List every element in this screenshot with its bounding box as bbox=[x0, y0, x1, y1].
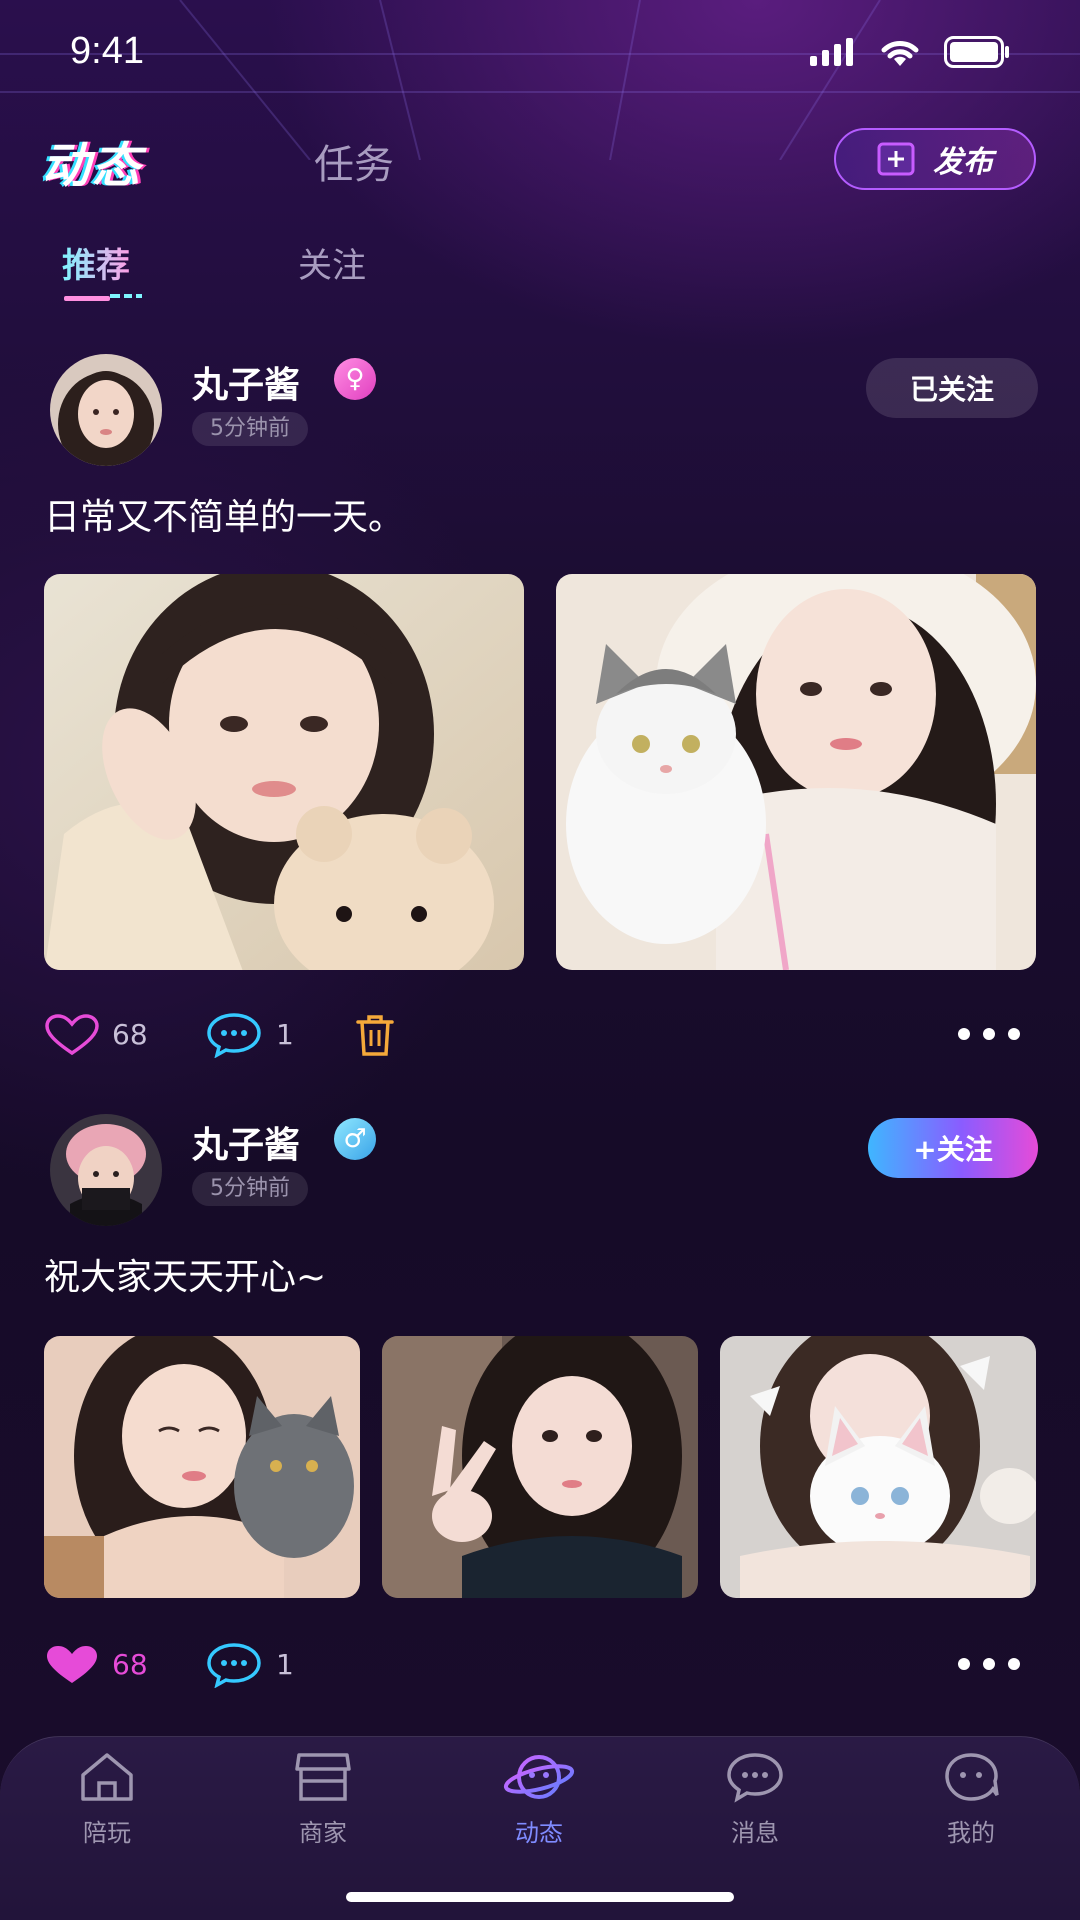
comment-count: 1 bbox=[276, 1018, 294, 1051]
heart-filled-icon[interactable] bbox=[44, 1644, 100, 1686]
post-actions: 68 1 bbox=[0, 1640, 1080, 1690]
status-time: 9:41 bbox=[70, 30, 144, 72]
followed-button[interactable]: 已关注 bbox=[866, 358, 1038, 418]
tab-moments[interactable]: 动态 bbox=[42, 126, 142, 196]
tab-label: 商家 bbox=[299, 1819, 347, 1847]
publish-label: 发布 bbox=[933, 145, 993, 180]
battery-icon bbox=[944, 36, 1009, 68]
post-photo[interactable] bbox=[556, 574, 1036, 970]
trash-icon[interactable] bbox=[352, 1012, 398, 1058]
post-time: 5分钟前 bbox=[192, 412, 308, 446]
post-photo[interactable] bbox=[720, 1336, 1036, 1598]
more-icon[interactable] bbox=[956, 1026, 1022, 1042]
home-icon bbox=[81, 1753, 133, 1801]
wifi-icon bbox=[881, 41, 919, 66]
sub-tabs: 推荐 关注 bbox=[0, 238, 1080, 308]
tab-label: 消息 bbox=[731, 1819, 779, 1847]
tab-moments-nav[interactable]: 动态 bbox=[474, 1751, 604, 1848]
publish-button[interactable]: 发布 bbox=[834, 128, 1036, 190]
tab-merchant[interactable]: 商家 bbox=[258, 1751, 388, 1848]
tab-following[interactable]: 关注 bbox=[298, 238, 366, 287]
planet-icon bbox=[503, 1755, 575, 1799]
signal-icon bbox=[810, 38, 853, 66]
add-square-icon bbox=[877, 142, 915, 176]
like-count: 68 bbox=[112, 1018, 148, 1051]
tab-companion[interactable]: 陪玩 bbox=[42, 1751, 172, 1848]
like-count: 68 bbox=[112, 1648, 148, 1681]
avatar[interactable] bbox=[50, 1114, 162, 1226]
comment-count: 1 bbox=[276, 1648, 294, 1681]
tab-messages[interactable]: 消息 bbox=[690, 1751, 820, 1848]
active-tab-indicator bbox=[64, 294, 142, 301]
tab-tasks[interactable]: 任务 bbox=[314, 132, 394, 190]
tab-profile[interactable]: 我的 bbox=[906, 1751, 1036, 1848]
top-navigation: 动态 任务 发布 bbox=[0, 120, 1080, 200]
status-bar: 9:41 bbox=[0, 0, 1080, 100]
follow-button[interactable]: +关注 bbox=[868, 1118, 1038, 1178]
tab-label: 陪玩 bbox=[83, 1819, 131, 1847]
male-icon: ♂ bbox=[334, 1118, 376, 1160]
tab-label: 动态 bbox=[515, 1819, 563, 1847]
home-indicator bbox=[346, 1892, 734, 1902]
more-icon[interactable] bbox=[956, 1656, 1022, 1672]
avatar[interactable] bbox=[50, 354, 162, 466]
store-icon bbox=[295, 1753, 351, 1801]
tab-label: 我的 bbox=[947, 1819, 995, 1847]
profile-icon bbox=[945, 1753, 999, 1801]
post-text: 日常又不简单的一天。 bbox=[44, 497, 405, 538]
post-text: 祝大家天天开心~ bbox=[44, 1257, 327, 1298]
tab-recommended[interactable]: 推荐 bbox=[62, 238, 130, 287]
post-photo[interactable] bbox=[44, 574, 524, 970]
female-icon: ♀ bbox=[334, 358, 376, 400]
username[interactable]: 丸子酱 bbox=[192, 356, 300, 408]
message-icon bbox=[727, 1753, 783, 1803]
status-icons bbox=[810, 36, 1010, 68]
comment-icon[interactable] bbox=[206, 1642, 262, 1688]
heart-outline-icon[interactable] bbox=[44, 1014, 100, 1056]
post-time: 5分钟前 bbox=[192, 1172, 308, 1206]
post-card: 丸子酱 ♀ 5分钟前 已关注 日常又不简单的一天。 68 1 bbox=[0, 350, 1080, 1070]
post-photo[interactable] bbox=[382, 1336, 698, 1598]
post-photo[interactable] bbox=[44, 1336, 360, 1598]
comment-icon[interactable] bbox=[206, 1012, 262, 1058]
post-actions: 68 1 bbox=[0, 1010, 1080, 1060]
post-card: 丸子酱 ♂ 5分钟前 +关注 祝大家天天开心~ 68 1 bbox=[0, 1110, 1080, 1710]
username[interactable]: 丸子酱 bbox=[192, 1116, 300, 1168]
